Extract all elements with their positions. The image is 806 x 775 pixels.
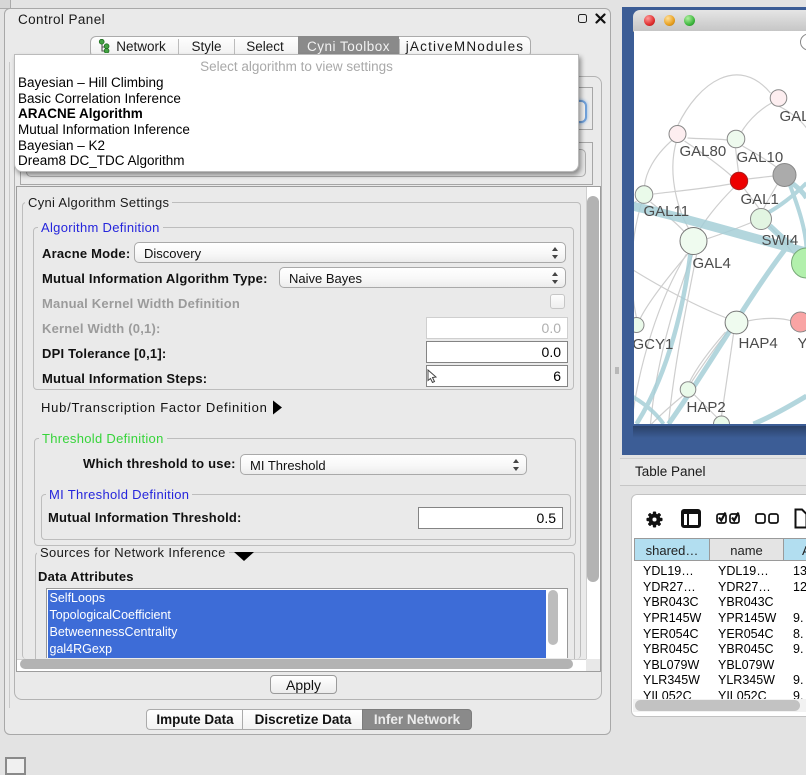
svg-text:GAL1: GAL1 [740, 191, 778, 208]
svg-text:HAP2: HAP2 [686, 399, 725, 416]
svg-text:SWI4: SWI4 [761, 232, 798, 249]
svg-text:GAL10: GAL10 [736, 149, 783, 166]
svg-text:HAP4: HAP4 [738, 335, 777, 352]
svg-text:GAL80: GAL80 [679, 143, 726, 160]
svg-text:GCY1: GCY1 [634, 336, 673, 353]
svg-text:GAL: GAL [779, 108, 806, 125]
svg-text:GAL11: GAL11 [643, 203, 689, 220]
svg-text:GAL4: GAL4 [692, 255, 730, 272]
svg-text:Y: Y [797, 335, 806, 352]
